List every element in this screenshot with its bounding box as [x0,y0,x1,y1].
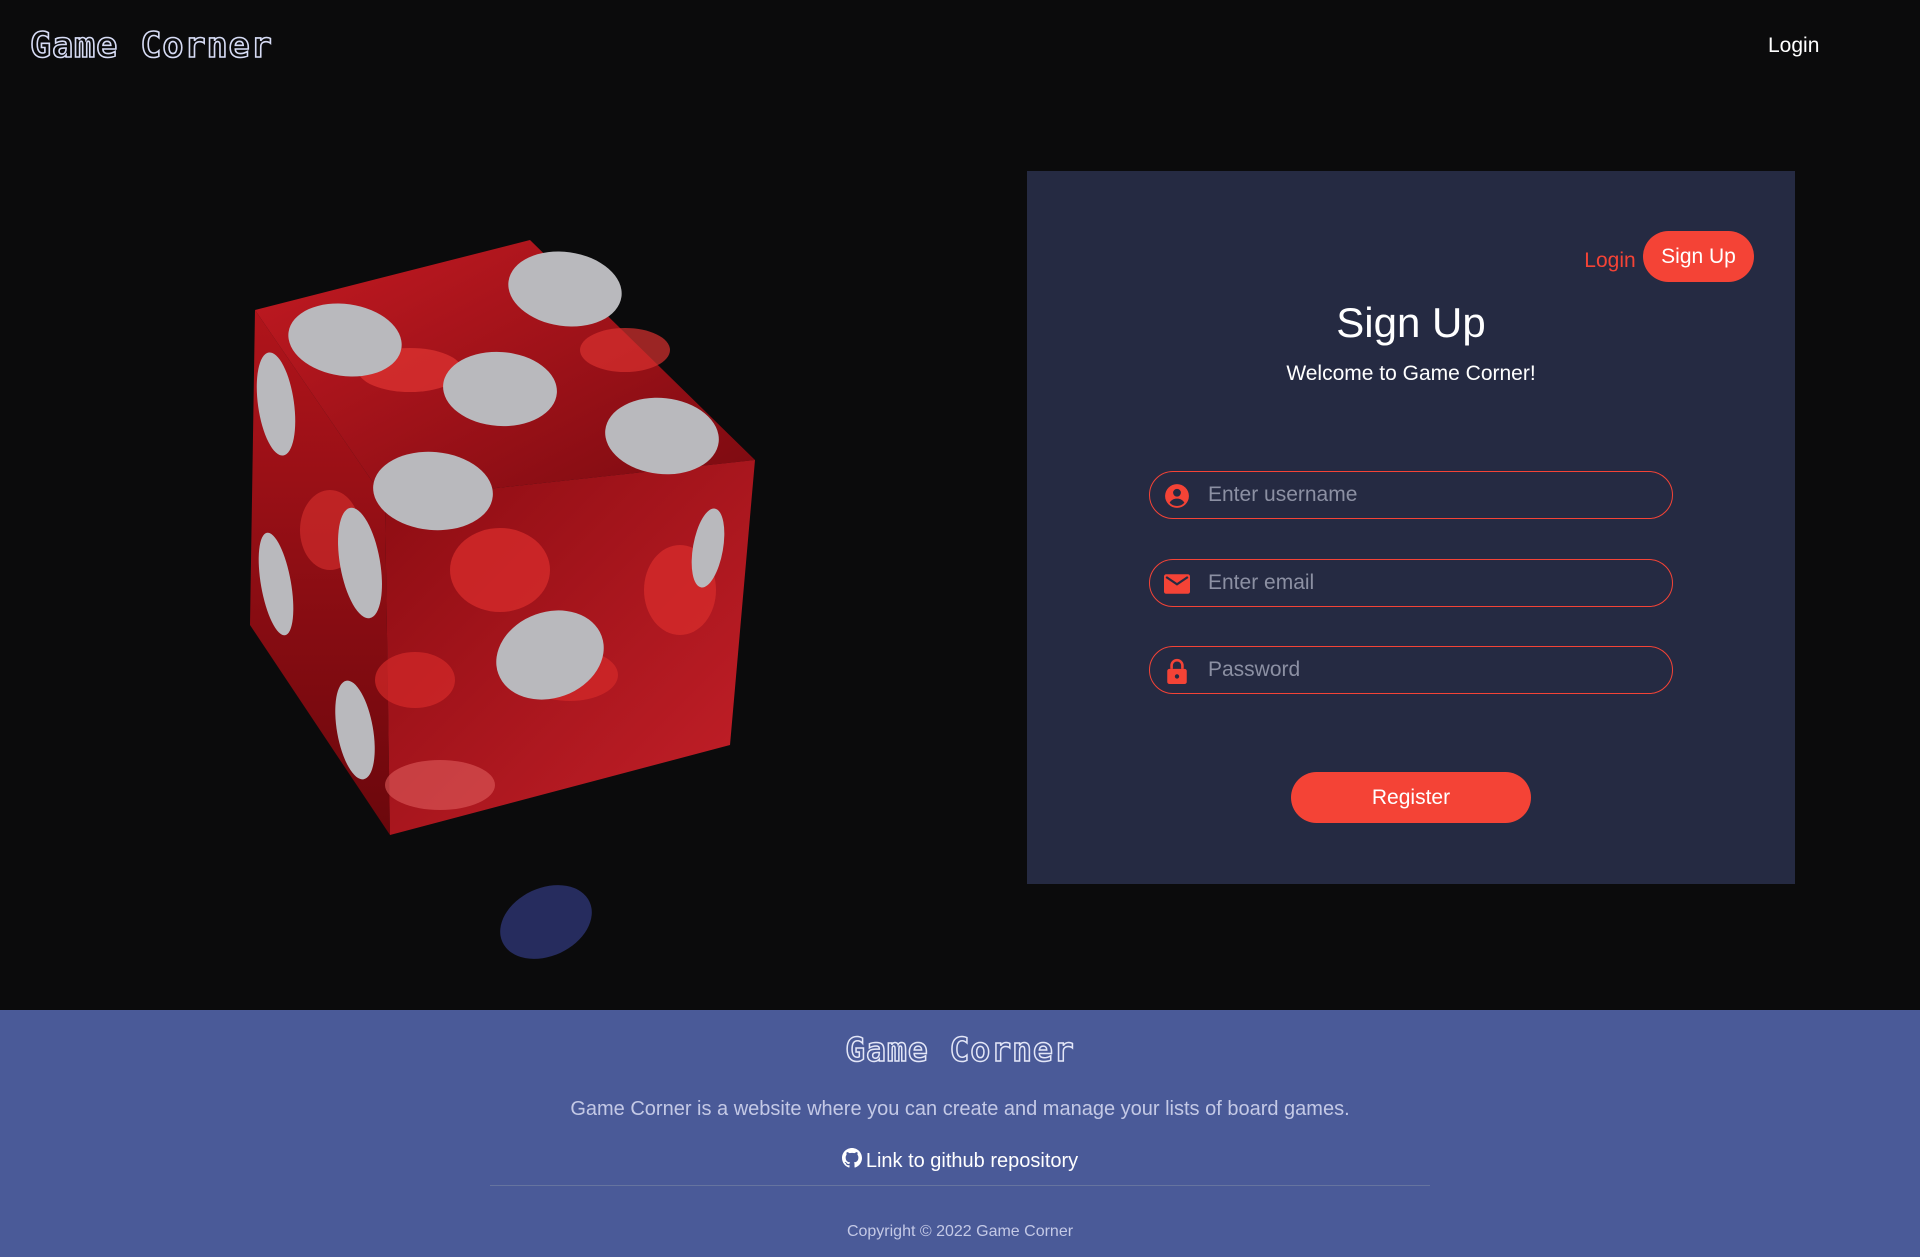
site-header: Game Corner Login [0,0,1920,98]
github-link[interactable]: Link to github repository [0,1148,1920,1174]
red-dice-icon [250,240,755,959]
register-button[interactable]: Register [1291,772,1531,823]
site-logo[interactable]: Game Corner [29,25,273,67]
signup-title: Sign Up [1336,299,1486,346]
github-link-label: Link to github repository [865,1149,1079,1172]
tab-login[interactable]: Login [1572,241,1648,281]
lock-icon [1164,658,1190,684]
footer-logo: Game Corner [844,1029,1075,1070]
site-footer: Game Corner Game Corner is a website whe… [0,1010,1920,1257]
mail-icon [1164,571,1190,597]
password-input[interactable] [1208,647,1658,692]
tab-signup[interactable]: Sign Up [1643,231,1754,282]
nav-login-link[interactable]: Login [1768,34,1819,58]
email-field-wrapper [1149,559,1673,607]
username-field-wrapper [1149,471,1673,519]
hero-dice-image [230,230,790,970]
username-input[interactable] [1208,472,1658,517]
signup-subtitle: Welcome to Game Corner! [1286,362,1536,385]
footer-copyright: Copyright © 2022 Game Corner [846,1223,1074,1240]
footer-divider [490,1185,1430,1186]
github-icon [841,1148,862,1174]
user-circle-icon [1164,483,1190,509]
email-input[interactable] [1208,560,1658,605]
password-field-wrapper [1149,646,1673,694]
signup-card: Login Sign Up Sign Up Welcome to Game Co… [1027,171,1795,884]
footer-description: Game Corner is a website where you can c… [570,1098,1350,1120]
